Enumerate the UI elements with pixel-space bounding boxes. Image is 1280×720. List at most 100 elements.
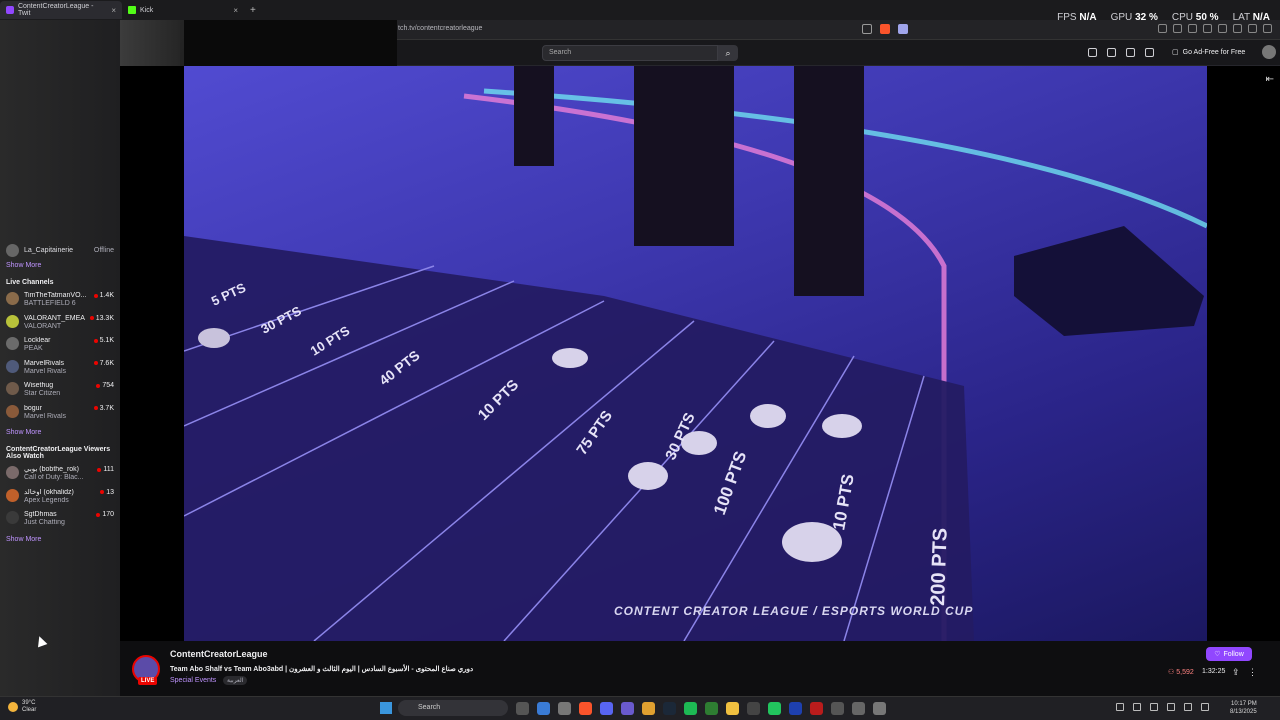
spotify-icon[interactable]	[684, 702, 697, 715]
tab-label: ContentCreatorLeague - Twit	[17, 3, 94, 17]
channel-game: Apex Legends	[24, 496, 69, 504]
app-icon[interactable]	[852, 702, 865, 715]
app-icon[interactable]	[810, 702, 823, 715]
video-player[interactable]: 5 PTS 30 PTS 10 PTS 40 PTS 10 PTS 75 PTS…	[120, 66, 1280, 641]
url-field[interactable]: tch.tv/contentcreatorleague	[398, 25, 482, 32]
app-icon[interactable]	[768, 702, 781, 715]
show-more-live[interactable]: Show More	[0, 425, 120, 440]
brave-rewards-icon[interactable]	[898, 24, 908, 34]
app-icon[interactable]	[537, 702, 550, 715]
folder-icon[interactable]	[726, 702, 739, 715]
weather-temp: 39°C	[22, 700, 36, 706]
collapse-chat-icon[interactable]: ⇤	[1266, 74, 1274, 85]
follow-button[interactable]: ♡ Follow	[1206, 647, 1252, 661]
app-icon[interactable]	[789, 702, 802, 715]
tab-label: Kick	[140, 6, 154, 14]
search-button[interactable]: ⌕	[718, 45, 738, 61]
browser-tab-kick[interactable]: Kick ×	[122, 1, 244, 19]
app-icon[interactable]	[621, 702, 634, 715]
windows-start-icon[interactable]	[380, 702, 392, 714]
also-watch-item[interactable]: بوبي (bobthe_rok) Call of Duty: Blac... …	[0, 464, 120, 487]
microphone-icon[interactable]	[1150, 703, 1158, 711]
also-watch-item[interactable]: SgtDhmas Just Chatting 170	[0, 509, 120, 532]
followed-channel[interactable]: La_Capitainerie Offline	[0, 242, 120, 258]
extension-icon[interactable]	[1158, 24, 1167, 33]
go-ad-free-button[interactable]: ▢ Go Ad-Free for Free	[1172, 48, 1245, 57]
viewer-count: 1.4K	[93, 292, 114, 299]
extension-icon[interactable]	[1203, 24, 1212, 33]
extension-icon[interactable]	[1233, 24, 1242, 33]
volume-icon[interactable]	[1184, 703, 1192, 711]
game-field-scene: 5 PTS 30 PTS 10 PTS 40 PTS 10 PTS 75 PTS…	[184, 66, 1207, 641]
search-icon: ⌕	[725, 47, 731, 58]
show-more-also-watch[interactable]: Show More	[0, 532, 120, 547]
share-icon[interactable]: ⇪	[1232, 667, 1240, 678]
browser-tab-twitch[interactable]: ContentCreatorLeague - Twit ×	[0, 1, 122, 19]
live-channel-item[interactable]: VALORANT_EMEA VALORANT 13.3K	[0, 313, 120, 336]
live-channels-heading: Live Channels	[6, 279, 54, 286]
show-more-followed[interactable]: Show More	[0, 258, 120, 273]
taskbar-clock[interactable]: 10:17 PM 8/13/2025	[1230, 700, 1257, 716]
wallet-icon[interactable]	[1248, 24, 1257, 33]
clock-date: 8/13/2025	[1230, 709, 1257, 715]
avatar	[6, 359, 19, 373]
live-channel-item[interactable]: Wisethug Star Citizen 754	[0, 380, 120, 403]
chrome-icon[interactable]	[642, 702, 655, 715]
live-channel-item[interactable]: Locklear PEAK 5.1K	[0, 335, 120, 358]
heart-icon: ♡	[1214, 651, 1221, 658]
crown-icon: ▢	[1172, 49, 1179, 56]
viewer-count-value: 5,592	[1176, 669, 1194, 676]
live-channel-item[interactable]: MarvelRivals Marvel Rivals 7.6K	[0, 358, 120, 381]
app-icon[interactable]	[558, 702, 571, 715]
mail-icon[interactable]	[1088, 48, 1097, 57]
app-tray-icon[interactable]	[1133, 703, 1141, 711]
browser-toolbar	[1158, 24, 1272, 33]
steam-icon[interactable]	[663, 702, 676, 715]
channel-game: Star Citizen	[24, 390, 61, 397]
settings-icon[interactable]	[873, 702, 886, 715]
more-options-icon[interactable]: ⋮	[1248, 667, 1257, 678]
also-watch-item[interactable]: أوخالد (okhalidz) Apex Legends 13	[0, 487, 120, 510]
user-avatar[interactable]	[1262, 45, 1276, 59]
extension-icon[interactable]	[1173, 24, 1182, 33]
live-channel-item[interactable]: bogur Marvel Rivals 3.7K	[0, 403, 120, 426]
share-icon[interactable]	[862, 24, 872, 34]
network-icon[interactable]	[1167, 703, 1175, 711]
bits-icon[interactable]	[1145, 48, 1154, 57]
app-icon[interactable]	[705, 702, 718, 715]
stream-title: Team Abo Shalf vs Team Abo3abd | دوري صن…	[170, 666, 474, 673]
new-tab-button[interactable]: +	[250, 5, 256, 16]
app-icon[interactable]	[831, 702, 844, 715]
channel-name[interactable]: ContentCreatorLeague	[170, 649, 268, 659]
video-frame[interactable]: 5 PTS 30 PTS 10 PTS 40 PTS 10 PTS 75 PTS…	[184, 66, 1207, 641]
menu-icon[interactable]	[1263, 24, 1272, 33]
sidebar-icon[interactable]	[1188, 24, 1197, 33]
inbox-icon[interactable]	[1107, 48, 1116, 57]
left-sidebar: La_Capitainerie Offline Show More Live C…	[0, 20, 120, 696]
whispers-icon[interactable]	[1126, 48, 1135, 57]
avatar	[6, 466, 19, 479]
extension-icon[interactable]	[1218, 24, 1227, 33]
viewer-count-value: 754	[102, 382, 114, 389]
viewer-count: 3.7K	[93, 405, 114, 412]
brave-shield-icon[interactable]	[880, 24, 890, 34]
taskbar-search[interactable]: Search	[398, 700, 508, 716]
language-tag[interactable]: العربية	[223, 676, 248, 685]
avatar	[6, 382, 19, 395]
viewer-count-value: 111	[103, 466, 114, 473]
close-icon[interactable]: ×	[233, 6, 238, 15]
live-dot-icon	[97, 467, 102, 472]
discord-icon[interactable]	[600, 702, 613, 715]
chevron-up-icon[interactable]	[1116, 703, 1124, 711]
search-input[interactable]: Search	[542, 45, 718, 61]
weather-widget[interactable]: 39°C Clear	[8, 700, 36, 714]
stream-category[interactable]: Special Events	[170, 677, 216, 684]
app-icon[interactable]	[747, 702, 760, 715]
task-view-icon[interactable]	[516, 702, 529, 715]
live-channel-item[interactable]: TimTheTatmanVO... BATTLEFIELD 6 1.4K	[0, 290, 120, 313]
close-icon[interactable]: ×	[111, 6, 116, 15]
avatar	[6, 314, 19, 328]
battery-icon[interactable]	[1201, 703, 1209, 711]
viewer-count-value: 5.1K	[99, 337, 114, 344]
brave-icon[interactable]	[579, 702, 592, 715]
